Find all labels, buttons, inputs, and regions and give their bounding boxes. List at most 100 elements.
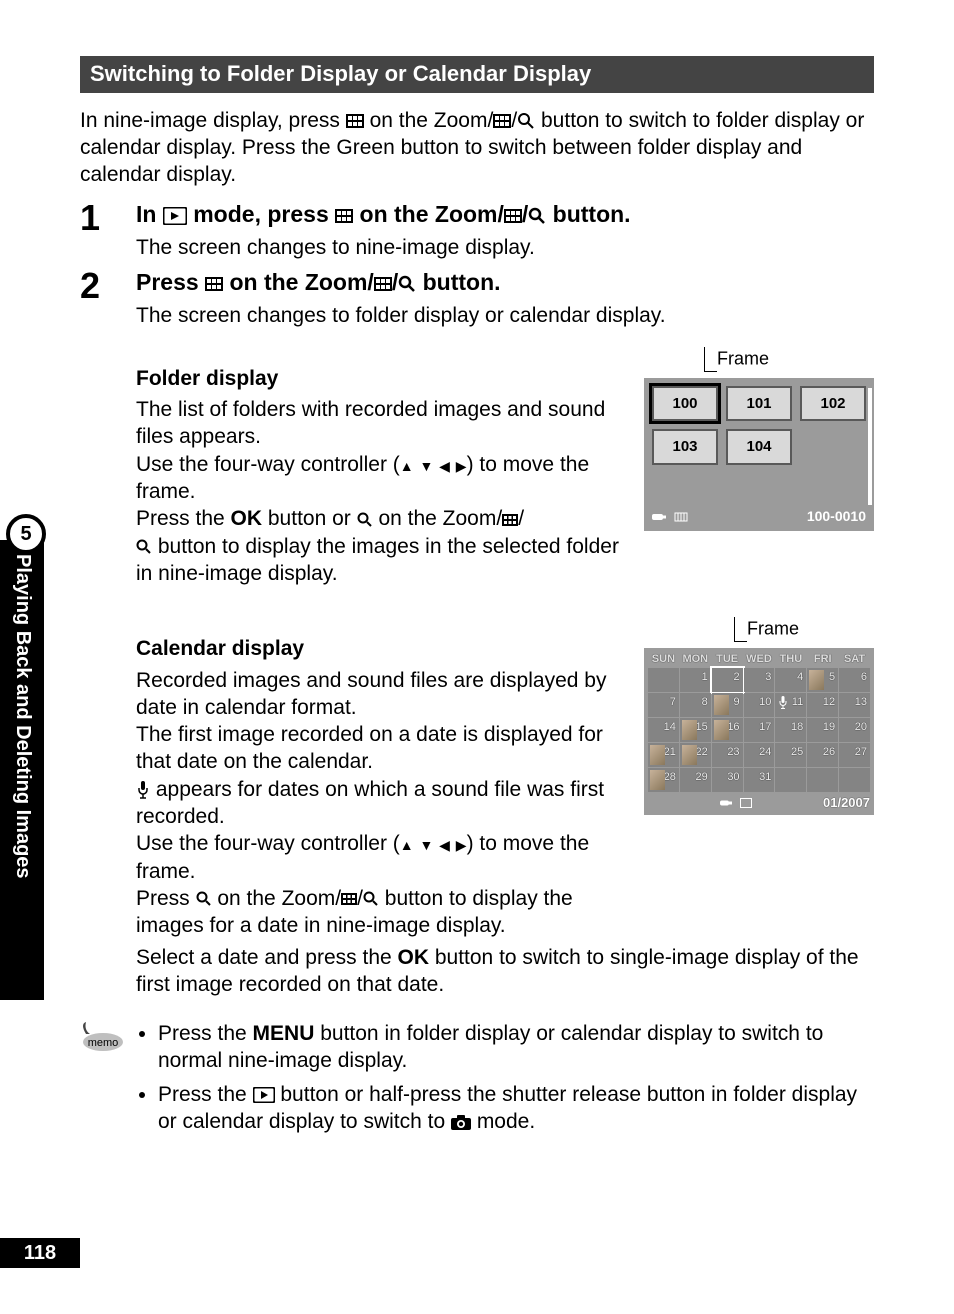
arrow-down-icon: ▼ <box>419 458 433 474</box>
calendar-cell: 1 <box>680 668 711 692</box>
calendar-cell: 12 <box>807 693 838 717</box>
calendar-cell: 27 <box>839 743 870 767</box>
step-number: 2 <box>80 265 100 306</box>
calendar-cell <box>807 768 838 792</box>
calendar-cell: 23 <box>712 743 743 767</box>
calendar-status-icons <box>718 795 754 812</box>
folder-p2: Use the four-way controller (▲ ▼ ◀ ▶) to… <box>136 451 626 506</box>
calendar-cell: 2 <box>712 668 743 692</box>
calendar-cell: 6 <box>839 668 870 692</box>
calendar-cell: 9 <box>712 693 743 717</box>
step-1: 1 In mode, press on the Zoom// button. T… <box>80 200 874 261</box>
step-1-heading: In mode, press on the Zoom// button. <box>136 200 874 230</box>
magnify-icon <box>528 207 546 225</box>
calendar-cell: 26 <box>807 743 838 767</box>
arrow-left-icon: ◀ <box>439 837 450 853</box>
section-heading: Switching to Folder Display or Calendar … <box>80 56 874 93</box>
folder-cell: 103 <box>652 429 718 465</box>
calendar-cell: 24 <box>744 743 775 767</box>
calendar-p2: The first image recorded on a date is di… <box>136 721 626 776</box>
step-2: 2 Press on the Zoom// button. The screen… <box>80 268 874 998</box>
calendar-grid: 1234567891011121314151617181920212223242… <box>648 668 870 792</box>
calendar-cell: 15 <box>680 718 711 742</box>
calendar-cell: 19 <box>807 718 838 742</box>
calendar-cell: 18 <box>775 718 806 742</box>
calendar-p3: appears for dates on which a sound file … <box>136 776 626 831</box>
magnify-icon <box>136 539 152 555</box>
calendar-cell: 4 <box>775 668 806 692</box>
playback-mode-icon <box>163 207 187 225</box>
folder-cell: 104 <box>726 429 792 465</box>
arrow-right-icon: ▶ <box>456 837 467 853</box>
calendar-cell: 25 <box>775 743 806 767</box>
calendar-display-figure: SUNMONTUEWEDTHUFRISAT 123456789101112131… <box>644 648 874 815</box>
calendar-cell: 22 <box>680 743 711 767</box>
calendar-cell: 29 <box>680 768 711 792</box>
calendar-cell: 16 <box>712 718 743 742</box>
step-2-sub: The screen changes to folder display or … <box>136 302 874 329</box>
calendar-cell: 28 <box>648 768 679 792</box>
memo-block: memo Press the MENU button in folder dis… <box>80 1020 874 1141</box>
calendar-display-subhead: Calendar display <box>136 635 626 662</box>
calendar-cell: 20 <box>839 718 870 742</box>
calendar-cell: 13 <box>839 693 870 717</box>
folder-cell: 102 <box>800 386 866 422</box>
page-number: 118 <box>0 1238 80 1268</box>
calendar-cell: 31 <box>744 768 775 792</box>
calendar-cell: 10 <box>744 693 775 717</box>
folder-cell: 101 <box>726 386 792 422</box>
frame-label: Frame <box>734 617 874 642</box>
chapter-title-vertical: Playing Back and Deleting Images <box>10 554 36 879</box>
calendar-cell <box>775 768 806 792</box>
calendar-weekdays: SUNMONTUEWEDTHUFRISAT <box>648 652 870 666</box>
arrow-right-icon: ▶ <box>456 458 467 474</box>
status-icons <box>652 507 692 525</box>
calendar-cell: 11 <box>775 693 806 717</box>
folder-status-text: 100-0010 <box>807 507 866 525</box>
calendar-cell: 5 <box>807 668 838 692</box>
arrow-up-icon: ▲ <box>400 837 414 853</box>
playback-mode-icon <box>253 1087 275 1103</box>
folder-p1: The list of folders with recorded images… <box>136 396 626 451</box>
nine-grid-icon <box>502 514 518 526</box>
arrow-up-icon: ▲ <box>400 458 414 474</box>
step-number: 1 <box>80 197 100 238</box>
calendar-footer-date: 01/2007 <box>823 795 870 812</box>
folder-display-subhead: Folder display <box>136 365 626 392</box>
page-content: Switching to Folder Display or Calendar … <box>80 56 874 1141</box>
magnify-icon <box>398 275 416 293</box>
folder-display-figure: 100 101 102 103 104 <box>644 378 874 531</box>
nine-grid-icon <box>504 209 522 223</box>
nine-grid-icon <box>341 893 357 905</box>
calendar-cell: 21 <box>648 743 679 767</box>
svg-text:memo: memo <box>88 1037 119 1049</box>
folder-cell: 100 <box>652 386 718 422</box>
calendar-cell: 8 <box>680 693 711 717</box>
nine-grid-icon <box>335 209 353 223</box>
calendar-cell: 3 <box>744 668 775 692</box>
calendar-p5: Press on the Zoom// button to display th… <box>136 885 626 940</box>
calendar-p6: Select a date and press the OK button to… <box>136 944 874 999</box>
intro-paragraph: In nine-image display, press on the Zoom… <box>80 107 874 189</box>
calendar-cell: 30 <box>712 768 743 792</box>
chapter-side-tab: 5 Playing Back and Deleting Images <box>0 540 44 1000</box>
memo-icon: memo <box>80 1020 126 1063</box>
calendar-cell: 7 <box>648 693 679 717</box>
camera-mode-icon <box>451 1115 471 1130</box>
arrow-left-icon: ◀ <box>439 458 450 474</box>
scrollbar-rail <box>868 388 872 505</box>
nine-grid-icon <box>493 114 511 128</box>
frame-label: Frame <box>704 347 874 372</box>
step-2-heading: Press on the Zoom// button. <box>136 268 874 298</box>
nine-grid-icon <box>205 277 223 291</box>
calendar-cell: 17 <box>744 718 775 742</box>
magnify-icon <box>363 891 379 907</box>
chapter-number-badge: 5 <box>6 514 46 554</box>
memo-item-1: Press the MENU button in folder display … <box>158 1020 874 1075</box>
magnify-icon <box>517 112 535 130</box>
magnify-icon <box>196 891 212 907</box>
arrow-down-icon: ▼ <box>419 837 433 853</box>
calendar-cell <box>839 768 870 792</box>
calendar-p1: Recorded images and sound files are disp… <box>136 667 626 722</box>
nine-grid-icon <box>374 277 392 291</box>
